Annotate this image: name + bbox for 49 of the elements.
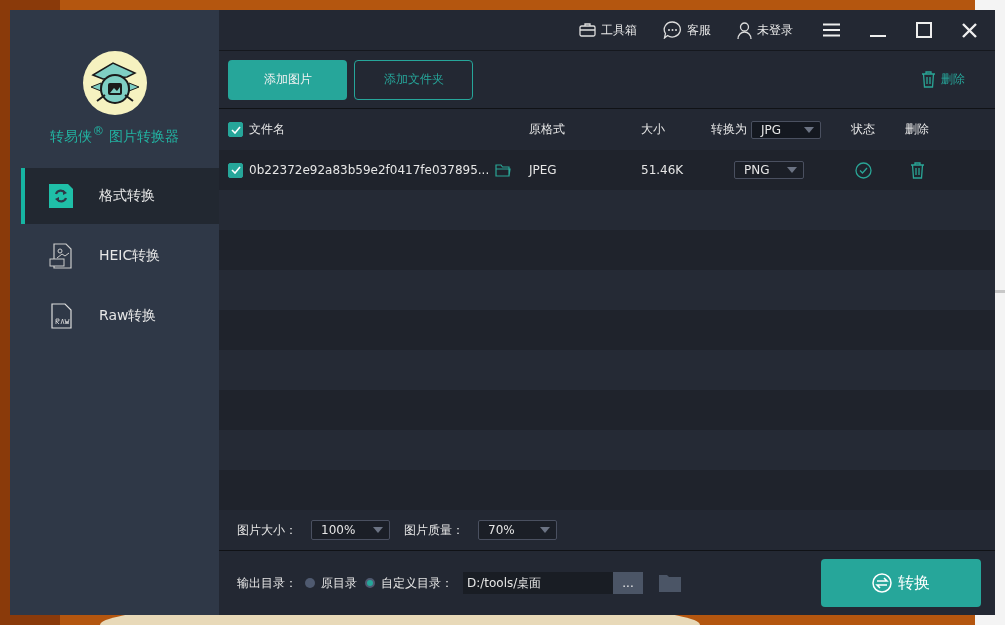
row-checkbox[interactable] bbox=[228, 162, 243, 178]
trash-icon[interactable] bbox=[909, 161, 925, 179]
title-bar-link[interactable]: 工具箱 bbox=[579, 21, 637, 39]
maximize-icon bbox=[916, 22, 932, 38]
trash-icon bbox=[921, 71, 936, 88]
user-icon bbox=[737, 21, 752, 39]
close-icon bbox=[962, 22, 977, 38]
format-dropdown[interactable]: PNG bbox=[734, 161, 804, 179]
menu-button[interactable] bbox=[823, 23, 840, 37]
delete-button[interactable]: 删除 bbox=[921, 71, 965, 88]
output-label: 输出目录： bbox=[237, 574, 297, 592]
toolbox-icon bbox=[579, 23, 596, 37]
radio-option[interactable]: 自定义目录： bbox=[365, 574, 453, 592]
convert-icon bbox=[872, 573, 892, 593]
size-dropdown[interactable]: 100% bbox=[311, 520, 390, 540]
convert-icon bbox=[49, 183, 73, 208]
sidebar-item[interactable]: Raw转换 bbox=[21, 287, 219, 344]
column-header: 删除 bbox=[904, 121, 930, 138]
folder-icon[interactable] bbox=[495, 163, 512, 177]
chat-icon bbox=[663, 21, 682, 39]
column-header: 转换为 bbox=[711, 121, 747, 138]
radio-option[interactable]: 原目录 bbox=[305, 574, 357, 592]
size-label: 图片大小： bbox=[237, 521, 297, 539]
menu-icon bbox=[823, 23, 840, 37]
title-bar-link[interactable]: 客服 bbox=[663, 21, 711, 39]
sidebar-item[interactable]: HEIC转换 bbox=[21, 227, 219, 284]
logo-drawing bbox=[82, 51, 147, 115]
file-name: 0b22372e92a83b59e2f0417fe037895... bbox=[249, 163, 490, 177]
column-header: 大小 bbox=[640, 121, 666, 138]
image-file-icon bbox=[49, 242, 73, 269]
close-button[interactable] bbox=[962, 22, 977, 38]
select-all-checkbox[interactable] bbox=[228, 122, 243, 137]
app-title: 转易侠$^{®}$ 图片转换器 bbox=[50, 124, 179, 146]
column-header: 原格式 bbox=[529, 121, 566, 138]
title-bar-link[interactable]: 未登录 bbox=[737, 21, 793, 39]
format-dropdown[interactable]: JPG bbox=[751, 120, 821, 139]
column-header: 文件名 bbox=[249, 121, 285, 138]
path-field[interactable]: D:/tools/桌面 bbox=[463, 572, 613, 594]
table-cell-text: 51.46K bbox=[640, 163, 685, 177]
browse-button[interactable]: ... bbox=[613, 572, 643, 594]
maximize-button[interactable] bbox=[916, 22, 932, 38]
table-cell-text: JPEG bbox=[529, 163, 558, 177]
raw-file-icon bbox=[50, 302, 72, 329]
quality-dropdown[interactable]: 70% bbox=[478, 520, 557, 540]
add-folder-button[interactable]: 添加文件夹 bbox=[354, 59, 473, 100]
minimize-icon bbox=[870, 35, 886, 37]
quality-label: 图片质量： bbox=[404, 521, 464, 539]
column-header: 状态 bbox=[850, 121, 876, 138]
sidebar-item[interactable]: 格式转换 bbox=[21, 167, 219, 224]
